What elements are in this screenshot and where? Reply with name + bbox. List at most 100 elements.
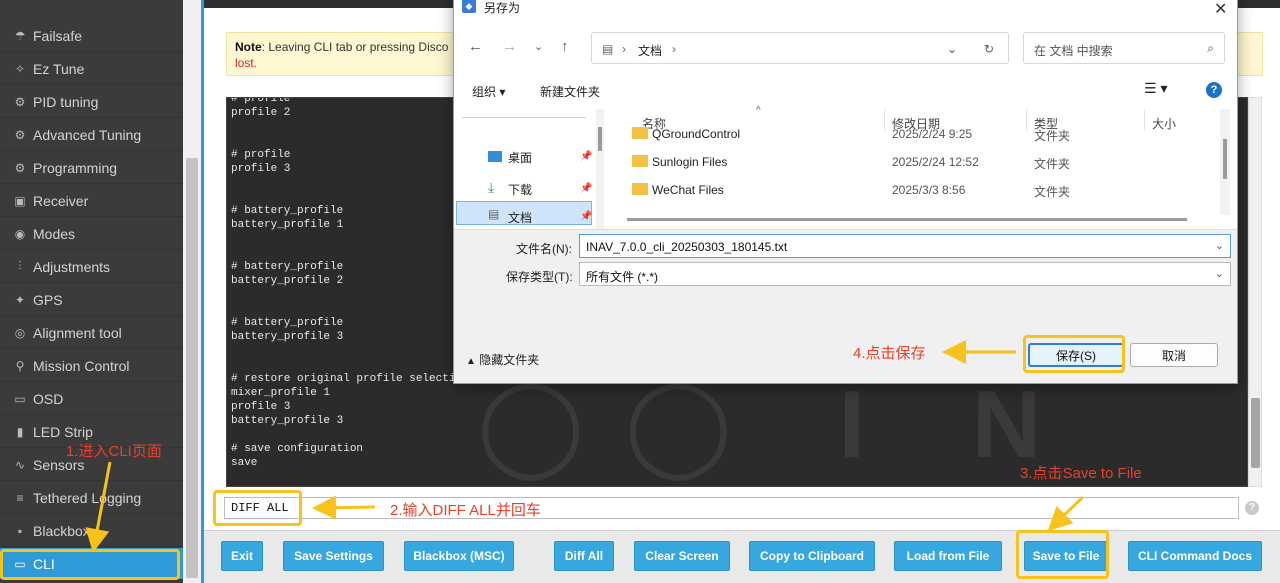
file-row[interactable]: WeChat Files 2025/3/3 8:56 文件夹 bbox=[612, 177, 1212, 205]
filetype-select[interactable]: 所有文件 (*.*) ⌄ bbox=[579, 262, 1231, 286]
parachute-icon: ☂ bbox=[14, 28, 26, 43]
help-icon[interactable]: ? bbox=[1245, 501, 1259, 515]
copy-to-clipboard-button[interactable]: Copy to Clipboard bbox=[749, 541, 875, 571]
sidebar-item-tethered-logging[interactable]: ≡ Tethered Logging bbox=[0, 482, 183, 514]
file-vscroll-thumb[interactable] bbox=[1223, 139, 1227, 179]
console-line: save bbox=[231, 457, 258, 469]
file-hscroll-thumb[interactable] bbox=[627, 218, 1187, 221]
sidebar-item-receiver[interactable]: ▣ Receiver bbox=[0, 185, 183, 217]
sidebar-item-osd[interactable]: ▭ OSD bbox=[0, 383, 183, 415]
load-from-file-button[interactable]: Load from File bbox=[894, 541, 1002, 571]
clear-screen-button[interactable]: Clear Screen bbox=[634, 541, 730, 571]
save-to-file-button[interactable]: Save to File bbox=[1024, 541, 1108, 571]
dialog-title: 另存为 bbox=[484, 1, 521, 15]
file-list-vscroll[interactable] bbox=[1220, 109, 1230, 215]
receiver-icon: ▣ bbox=[14, 193, 26, 208]
file-list: ^ 名称 修改日期 类型 大小 QGroundControl 2025/2/24… bbox=[612, 105, 1220, 229]
sidebar-item-label: CLI bbox=[33, 555, 55, 572]
file-row[interactable]: Sunlogin Files 2025/2/24 12:52 文件夹 bbox=[612, 149, 1212, 177]
nav-item-documents[interactable]: 文档 bbox=[508, 209, 532, 226]
sidebar-scroll-thumb[interactable] bbox=[186, 158, 198, 578]
blackbox-msc-button[interactable]: Blackbox (MSC) bbox=[404, 541, 514, 571]
filetype-label: 保存类型(T): bbox=[506, 270, 573, 284]
pulse-icon: ∿ bbox=[14, 457, 26, 472]
cli-command-input[interactable]: DIFF ALL bbox=[224, 497, 1239, 519]
address-bar[interactable]: ▤ › 文档 › ⌄ ↻ bbox=[591, 32, 1009, 64]
nav-item-desktop[interactable]: 桌面 bbox=[508, 149, 532, 166]
sidebar-item-modes[interactable]: ◉ Modes bbox=[0, 218, 183, 250]
console-line: # profile bbox=[231, 149, 291, 161]
file-name: Sunlogin Files bbox=[652, 155, 728, 169]
nav-item-downloads[interactable]: 下载 bbox=[508, 181, 532, 198]
console-scrollbar[interactable] bbox=[1248, 97, 1262, 487]
sidebar-item-label: LED Strip bbox=[33, 423, 93, 440]
path-segment-documents[interactable]: 文档 bbox=[638, 42, 662, 59]
annotation-step4: 4.点击保存 bbox=[853, 345, 926, 362]
address-dropdown-icon[interactable]: ⌄ bbox=[947, 42, 957, 56]
sidebar-item-label: Advanced Tuning bbox=[33, 126, 142, 143]
sidebar-item-label: OSD bbox=[33, 390, 64, 407]
dialog-help-icon[interactable]: ? bbox=[1206, 82, 1222, 98]
up-arrow-icon[interactable]: ↑ bbox=[561, 38, 569, 55]
log-icon: ≡ bbox=[16, 490, 24, 505]
nav-scrollbar[interactable] bbox=[596, 109, 604, 229]
close-icon[interactable]: ✕ bbox=[1214, 0, 1227, 19]
note-label: Note bbox=[235, 40, 262, 54]
filename-input[interactable]: INAV_7.0.0_cli_20250303_180145.txt ⌄ bbox=[579, 234, 1231, 258]
magic-wand-icon: ✧ bbox=[14, 61, 26, 76]
dialog-address-row: ← → ⌄ ↑ ▤ › 文档 › ⌄ ↻ 在 文档 中搜索 ⌕ bbox=[454, 29, 1237, 65]
sidebar-item-gps[interactable]: ✦ GPS bbox=[0, 284, 183, 316]
dialog-save-button[interactable]: 保存(S) bbox=[1028, 343, 1124, 367]
sidebar-item-label: Failsafe bbox=[33, 27, 83, 44]
osd-icon: ▭ bbox=[14, 391, 26, 406]
sidebar-item-mission-control[interactable]: ⚲ Mission Control bbox=[0, 350, 183, 382]
exit-button[interactable]: Exit bbox=[221, 541, 263, 571]
dialog-app-icon: ◆ bbox=[462, 0, 476, 13]
refresh-icon[interactable]: ↻ bbox=[984, 42, 994, 56]
sidebar-item-programming[interactable]: ⚙ Programming bbox=[0, 152, 183, 184]
file-list-hscroll[interactable] bbox=[619, 215, 1219, 223]
console-scroll-thumb[interactable] bbox=[1251, 398, 1260, 468]
dialog-titlebar: ◆ 另存为 ✕ bbox=[454, 0, 1237, 19]
sidebar-item-blackbox[interactable]: ▪ Blackbox bbox=[0, 515, 183, 547]
dialog-cancel-button[interactable]: 取消 bbox=[1130, 343, 1218, 367]
save-settings-button[interactable]: Save Settings bbox=[283, 541, 384, 571]
sidebar-item-label: Programming bbox=[33, 159, 118, 176]
sidebar-item-advanced-tuning[interactable]: ⚙ Advanced Tuning bbox=[0, 119, 183, 151]
sidebar-item-ez-tune[interactable]: ✧ Ez Tune bbox=[0, 53, 183, 85]
chevron-down-icon[interactable]: ⌄ bbox=[1215, 267, 1224, 280]
view-list-icon[interactable]: ☰ ▾ bbox=[1144, 80, 1167, 97]
sidebar-item-pid-tuning[interactable]: ⚙ PID tuning bbox=[0, 86, 183, 118]
sidebar-item-cli[interactable]: ▭ CLI bbox=[0, 548, 183, 580]
hide-folders-toggle[interactable]: ▲ 隐藏文件夹 bbox=[466, 351, 539, 368]
chevron-down-icon[interactable]: ⌄ bbox=[534, 40, 543, 53]
file-name: WeChat Files bbox=[652, 183, 724, 197]
forward-arrow-icon[interactable]: → bbox=[502, 38, 517, 55]
nav-divider bbox=[462, 117, 586, 118]
sidebar-item-adjustments[interactable]: ⫶ Adjustments bbox=[0, 251, 183, 283]
sidebar-item-failsafe[interactable]: ☂ Failsafe bbox=[0, 20, 183, 52]
organize-menu[interactable]: 组织 ▾ bbox=[472, 83, 505, 100]
file-date: 2025/3/3 8:56 bbox=[892, 183, 966, 197]
filename-label: 文件名(N): bbox=[516, 242, 572, 256]
nav-scroll-thumb[interactable] bbox=[598, 127, 602, 151]
console-line: # battery_profile bbox=[231, 261, 344, 273]
sidebar-item-alignment-tool[interactable]: ◎ Alignment tool bbox=[0, 317, 183, 349]
filetype-value: 所有文件 (*.*) bbox=[586, 270, 659, 284]
back-arrow-icon[interactable]: ← bbox=[468, 38, 483, 55]
terminal-icon: ▭ bbox=[14, 556, 26, 571]
sidebar-scrollbar[interactable] bbox=[183, 0, 201, 583]
path-separator: › bbox=[622, 42, 626, 56]
compass-icon: ◎ bbox=[14, 325, 26, 340]
cli-command-docs-button[interactable]: CLI Command Docs bbox=[1128, 541, 1262, 571]
diff-all-button[interactable]: Diff All bbox=[554, 541, 614, 571]
chevron-down-icon[interactable]: ⌄ bbox=[1215, 239, 1224, 252]
console-line: # restore original profile selection bbox=[231, 373, 469, 385]
new-folder-button[interactable]: 新建文件夹 bbox=[540, 83, 600, 100]
file-row[interactable]: QGroundControl 2025/2/24 9:25 文件夹 bbox=[612, 121, 1212, 149]
dialog-search-input[interactable]: 在 文档 中搜索 ⌕ bbox=[1023, 32, 1225, 64]
dialog-toolbar: 组织 ▾ 新建文件夹 ☰ ▾ ? bbox=[454, 73, 1237, 105]
